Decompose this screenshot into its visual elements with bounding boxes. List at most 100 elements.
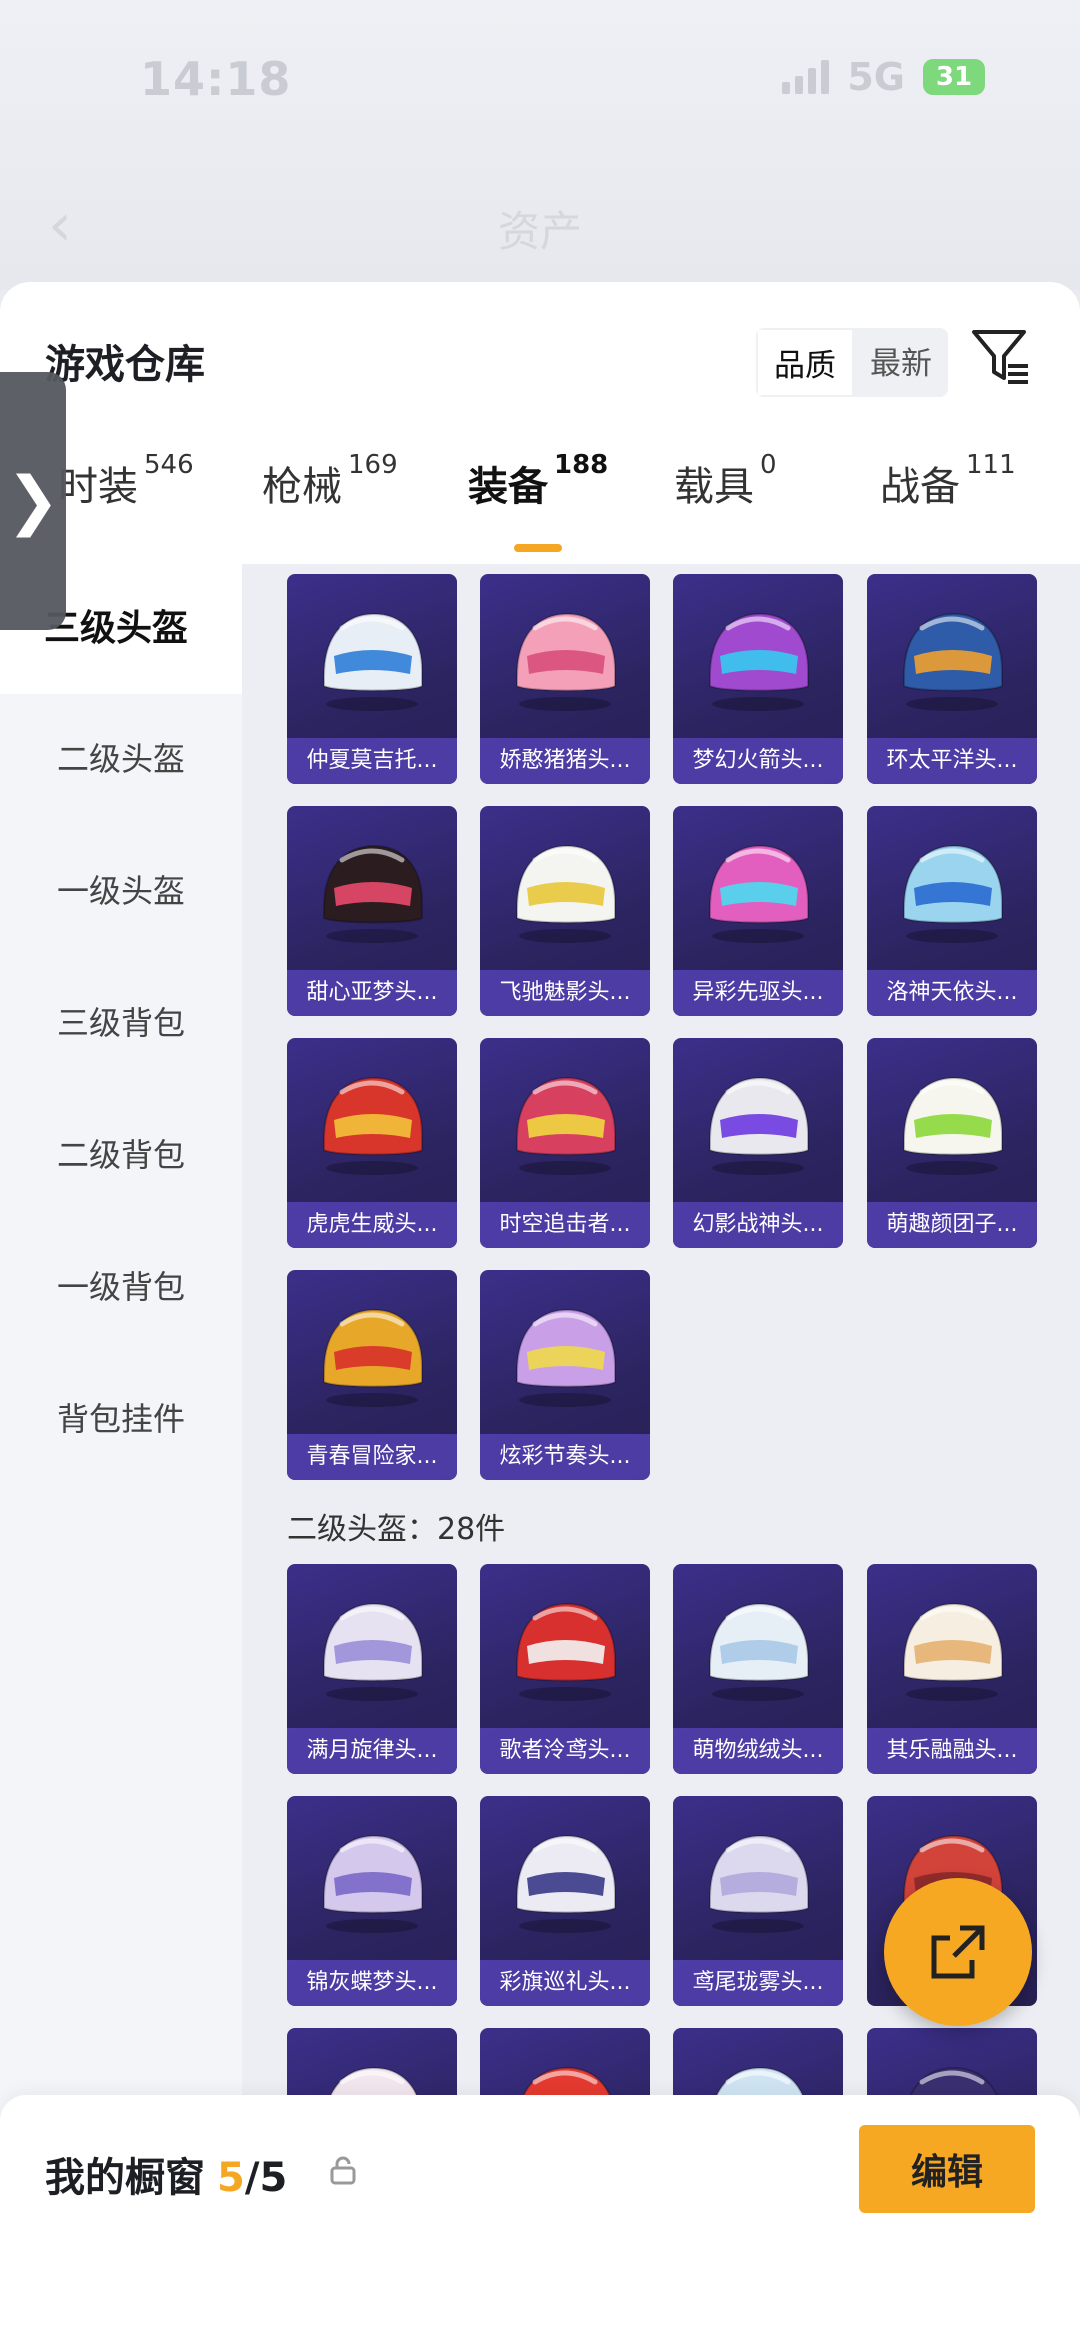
item-name: 异彩先驱头... xyxy=(673,970,843,1016)
helmet-icon xyxy=(709,1076,809,1175)
sort-quality-button[interactable]: 品质 xyxy=(756,328,854,397)
item-card[interactable]: 时空追击者... xyxy=(480,1038,650,1248)
helmet-icon xyxy=(903,1602,1003,1701)
tab-label: 时装 xyxy=(58,464,138,510)
item-card[interactable]: 萌物绒绒头... xyxy=(673,1564,843,1774)
item-name: 飞驰魅影头... xyxy=(480,970,650,1016)
item-card[interactable]: 萌趣颜团子... xyxy=(867,1038,1037,1248)
helmet-icon xyxy=(323,612,423,711)
warehouse-title: 游戏仓库 xyxy=(45,342,205,388)
showcase-bar: 我的橱窗 5/5 编辑 xyxy=(0,2095,1080,2341)
tab-label: 装备 xyxy=(468,464,548,510)
sort-latest-button[interactable]: 最新 xyxy=(854,328,948,397)
helmet-icon xyxy=(323,1076,423,1175)
tab-count: 169 xyxy=(348,450,398,480)
top-bar: 14:18 5G 31 ‹ 资产 xyxy=(0,0,1080,290)
item-name: 环太平洋头... xyxy=(867,738,1037,784)
item-name: 彩旗巡礼头... xyxy=(480,1960,650,2006)
helmet-icon xyxy=(709,844,809,943)
helmet-icon xyxy=(516,1076,616,1175)
item-name: 时空追击者... xyxy=(480,1202,650,1248)
item-name: 锦灰蝶梦头... xyxy=(287,1960,457,2006)
tab-count: 188 xyxy=(554,450,609,480)
sidebar-expand-handle[interactable]: ❯ xyxy=(0,372,66,630)
sidebar-item-backpack-charm[interactable]: 背包挂件 xyxy=(0,1394,242,1440)
item-card[interactable]: 青春冒险家... xyxy=(287,1270,457,1480)
helmet-icon xyxy=(323,1602,423,1701)
tab-active-indicator xyxy=(514,544,563,552)
sidebar-item-level3-backpack[interactable]: 三级背包 xyxy=(0,998,242,1044)
network-label: 5G xyxy=(847,55,905,99)
sidebar-item-level2-helmet[interactable]: 二级头盔 xyxy=(0,734,242,780)
item-name: 洛神天依头... xyxy=(867,970,1037,1016)
edit-button[interactable]: 编辑 xyxy=(859,2125,1035,2213)
item-card[interactable]: 锦灰蝶梦头... xyxy=(287,1796,457,2006)
helmet-icon xyxy=(516,1602,616,1701)
showcase-total: /5 xyxy=(244,2155,288,2201)
helmet-icon xyxy=(323,844,423,943)
sidebar-item-level1-helmet[interactable]: 一级头盔 xyxy=(0,866,242,912)
signal-icon xyxy=(782,60,830,94)
item-card[interactable]: 虎虎生威头... xyxy=(287,1038,457,1248)
showcase-title: 我的橱窗 5/5 xyxy=(45,2145,287,2203)
helmet-icon xyxy=(903,612,1003,711)
item-name: 虎虎生威头... xyxy=(287,1202,457,1248)
item-name: 鸢尾珑雾头... xyxy=(673,1960,843,2006)
item-name: 萌物绒绒头... xyxy=(673,1728,843,1774)
item-card[interactable]: 梦幻火箭头... xyxy=(673,574,843,784)
sidebar-item-level1-backpack[interactable]: 一级背包 xyxy=(0,1262,242,1308)
item-name: 梦幻火箭头... xyxy=(673,738,843,784)
item-card[interactable]: 彩旗巡礼头... xyxy=(480,1796,650,2006)
helmet-icon xyxy=(323,1308,423,1407)
item-name: 青春冒险家... xyxy=(287,1434,457,1480)
item-name: 娇憨猪猪头... xyxy=(480,738,650,784)
item-name: 歌者泠鸢头... xyxy=(480,1728,650,1774)
filter-icon[interactable] xyxy=(970,326,1032,388)
helmet-icon xyxy=(516,1308,616,1407)
share-fab-button[interactable] xyxy=(884,1878,1032,2026)
status-indicators: 5G 31 xyxy=(782,55,985,99)
tab-weapons[interactable]: 枪械 169 xyxy=(262,450,398,564)
tab-count: 111 xyxy=(966,450,1016,480)
helmet-icon xyxy=(516,844,616,943)
item-card[interactable]: 满月旋律头... xyxy=(287,1564,457,1774)
tab-equipment[interactable]: 装备 188 xyxy=(468,450,608,564)
tab-vehicles[interactable]: 载具 0 xyxy=(674,450,777,564)
sort-toggle: 品质 最新 xyxy=(756,328,948,397)
item-name: 满月旋律头... xyxy=(287,1728,457,1774)
helmet-icon xyxy=(323,1834,423,1933)
category-tabs: 时装 546 枪械 169 装备 188 载具 0 战备 111 xyxy=(0,450,1080,564)
item-name: 其乐融融头... xyxy=(867,1728,1037,1774)
category-sidebar: 三级头盔 二级头盔 一级头盔 三级背包 二级背包 一级背包 背包挂件 xyxy=(0,564,242,2341)
lock-icon[interactable] xyxy=(330,2155,356,2192)
tab-fashion[interactable]: 时装 546 xyxy=(58,450,194,564)
battery-icon: 31 xyxy=(923,59,985,95)
item-name: 甜心亚梦头... xyxy=(287,970,457,1016)
item-card[interactable]: 飞驰魅影头... xyxy=(480,806,650,1016)
helmet-icon xyxy=(516,1834,616,1933)
item-card[interactable]: 异彩先驱头... xyxy=(673,806,843,1016)
sidebar-item-level2-backpack[interactable]: 二级背包 xyxy=(0,1130,242,1176)
showcase-current: 5 xyxy=(217,2155,245,2201)
item-card[interactable]: 娇憨猪猪头... xyxy=(480,574,650,784)
helmet-icon xyxy=(516,612,616,711)
tab-supplies[interactable]: 战备 111 xyxy=(880,450,1016,564)
item-card[interactable]: 炫彩节奏头... xyxy=(480,1270,650,1480)
item-card[interactable]: 环太平洋头... xyxy=(867,574,1037,784)
tab-count: 546 xyxy=(144,450,194,480)
item-card[interactable]: 幻影战神头... xyxy=(673,1038,843,1248)
helmet-icon xyxy=(709,612,809,711)
tab-label: 枪械 xyxy=(262,464,342,510)
item-name: 幻影战神头... xyxy=(673,1202,843,1248)
item-card[interactable]: 其乐融融头... xyxy=(867,1564,1037,1774)
item-name: 萌趣颜团子... xyxy=(867,1202,1037,1248)
item-card[interactable]: 鸢尾珑雾头... xyxy=(673,1796,843,2006)
item-card[interactable]: 仲夏莫吉托... xyxy=(287,574,457,784)
warehouse-panel: 游戏仓库 品质 最新 时装 546 枪械 169 装备 188 载具 0 战备 111 xyxy=(0,282,1080,2341)
status-time: 14:18 xyxy=(140,52,292,106)
item-card[interactable]: 甜心亚梦头... xyxy=(287,806,457,1016)
item-card[interactable]: 歌者泠鸢头... xyxy=(480,1564,650,1774)
helmet-icon xyxy=(903,844,1003,943)
item-card[interactable]: 洛神天依头... xyxy=(867,806,1037,1016)
tab-count: 0 xyxy=(760,450,777,480)
